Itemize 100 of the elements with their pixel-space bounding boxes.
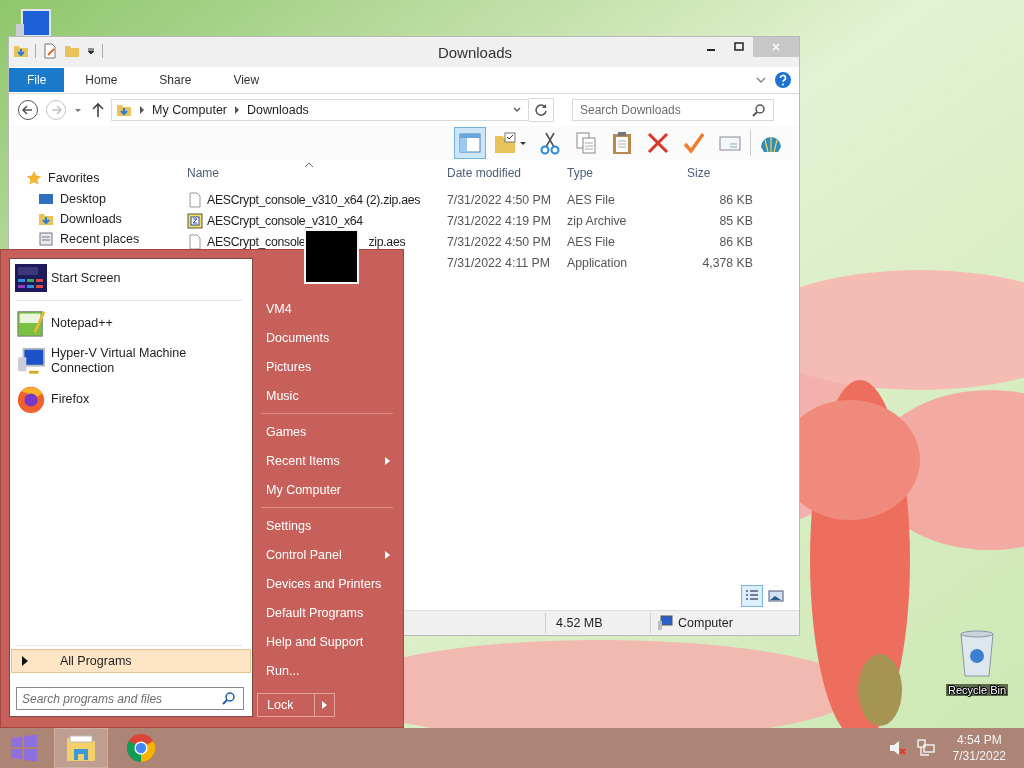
ribbon-tab[interactable]: View	[212, 68, 281, 92]
help-icon[interactable]	[775, 72, 791, 88]
status-text: Computer	[678, 616, 733, 630]
sidebar-item[interactable]: Favorites	[9, 169, 179, 187]
column-header[interactable]: Date modified	[439, 165, 559, 180]
table-cell-text: 86 KB	[718, 192, 753, 207]
program-item[interactable]: Hyper-V Virtual Machine Connection	[10, 342, 252, 380]
file-icon	[187, 233, 203, 250]
menu-item[interactable]: Devices and Printers	[257, 569, 397, 598]
browser-icon	[15, 384, 47, 414]
table-cell-text: 85 KB	[718, 213, 753, 228]
breadcrumb[interactable]: My Computer	[152, 103, 228, 117]
table-cell-text: zip Archive	[566, 213, 628, 228]
copy-icon	[574, 131, 598, 155]
file-name[interactable]: AESCrypt_console_v310_x64	[207, 213, 363, 228]
monitor-icon	[15, 346, 47, 376]
menu-item[interactable]: Run...	[257, 656, 397, 685]
chevron-icon[interactable]	[755, 74, 767, 86]
sidebar-item[interactable]: Desktop	[9, 191, 179, 207]
checkmark-icon	[682, 131, 706, 155]
details-view-button[interactable]	[741, 585, 763, 607]
sidebar-item[interactable]: Downloads	[9, 211, 179, 227]
table-cell-text: Application	[566, 255, 629, 270]
file-icon	[187, 191, 203, 208]
window-title: Downloads	[436, 44, 513, 61]
folder-icon	[116, 102, 132, 118]
pane-layout-icon	[458, 131, 482, 155]
ribbon-tab[interactable]: Share	[138, 68, 213, 92]
table-cell-text: 7/31/2022 4:50 PM	[446, 192, 552, 207]
menu-item[interactable]: Default Programs	[257, 598, 397, 627]
document-icon[interactable]	[42, 43, 58, 59]
close-icon	[771, 42, 781, 52]
table-cell-text: 7/31/2022 4:19 PM	[446, 213, 552, 228]
search-field[interactable]: Search programs and files	[16, 687, 244, 710]
sidebar-item[interactable]: Recent places	[9, 231, 179, 247]
delete-icon	[646, 131, 670, 155]
network-icon[interactable]	[916, 739, 935, 757]
menu-item[interactable]: My Computer	[257, 475, 397, 504]
minimize-icon	[707, 49, 715, 51]
menu-item[interactable]: Pictures	[257, 352, 397, 381]
browser-icon	[125, 733, 157, 763]
status-text: 4.52 MB	[555, 616, 604, 630]
file-name[interactable]: zip.aes	[368, 234, 406, 249]
icon-label[interactable]: Recycle Bin	[945, 684, 1009, 696]
refresh-icon	[534, 103, 548, 117]
folder-icon	[38, 211, 54, 227]
pane-button[interactable]	[454, 127, 486, 159]
archive-icon	[187, 212, 203, 229]
menu-item[interactable]: Control Panel	[257, 540, 397, 569]
menu-item[interactable]: Help and Support	[257, 627, 397, 656]
program-item[interactable]: Notepad++	[10, 304, 252, 342]
menu-item[interactable]: Music	[257, 381, 397, 410]
dropdown-icon[interactable]	[86, 46, 96, 56]
table-cell-text: AES File	[566, 234, 616, 249]
search-icon[interactable]	[222, 691, 236, 705]
ribbon-tab[interactable]: File	[9, 68, 65, 92]
maximize-icon	[734, 42, 744, 52]
clipboard-icon	[610, 131, 634, 155]
ribbon-tab[interactable]: Home	[64, 68, 139, 92]
folder-icon[interactable]	[13, 43, 29, 59]
table-cell-text: 7/31/2022 4:50 PM	[446, 234, 552, 249]
program-item[interactable]: Firefox	[10, 380, 252, 418]
caret-icon	[385, 456, 390, 465]
table-cell-text: AES File	[566, 192, 616, 207]
column-header[interactable]: Size	[679, 165, 753, 180]
column-header[interactable]: Type	[559, 165, 679, 180]
breadcrumb[interactable]: Downloads	[247, 103, 309, 117]
menu-item[interactable]: Settings	[257, 511, 397, 540]
search-icon[interactable]	[752, 103, 766, 117]
folder-check-icon	[493, 131, 527, 155]
breadcrumb-arrow-icon[interactable]	[234, 106, 241, 114]
explorer-taskbar-button[interactable]	[54, 728, 108, 768]
scissors-icon	[538, 131, 562, 155]
refresh-button[interactable]	[529, 98, 554, 122]
computer-icon[interactable]	[14, 8, 54, 38]
program-item[interactable]: Start Screen	[10, 259, 252, 297]
recycle-bin-icon[interactable]	[957, 630, 997, 678]
menu-item[interactable]: Documents	[257, 323, 397, 352]
sort-caret-icon	[305, 162, 313, 167]
up-arrow-icon[interactable]	[91, 102, 105, 118]
table-cell-text: 4,378 KB	[701, 255, 753, 270]
menu-item[interactable]: Games	[257, 417, 397, 446]
table-cell-text: 86 KB	[718, 234, 753, 249]
tiles-icon	[15, 263, 47, 293]
table-cell-text: 7/31/2022 4:11 PM	[446, 255, 551, 270]
menu-item[interactable]: VM4	[257, 294, 397, 323]
menu-item[interactable]: Recent Items	[257, 446, 397, 475]
star-icon	[26, 170, 42, 186]
column-header[interactable]: Name	[179, 165, 439, 180]
breadcrumb-arrow-icon[interactable]	[139, 106, 145, 114]
file-name[interactable]: AESCrypt_console	[207, 234, 306, 249]
all-programs-item[interactable]: All Programs	[11, 649, 251, 673]
speaker-icon[interactable]	[888, 739, 907, 757]
back-button[interactable]	[17, 99, 39, 121]
computer-icon	[657, 615, 673, 631]
address-bar[interactable]: My Computer Downloads	[111, 99, 529, 121]
image-icon	[768, 588, 784, 604]
folder-icon	[65, 733, 97, 763]
caret-icon	[22, 656, 28, 666]
file-name[interactable]: AESCrypt_console_v310_x64 (2).zip.aes	[207, 192, 421, 207]
